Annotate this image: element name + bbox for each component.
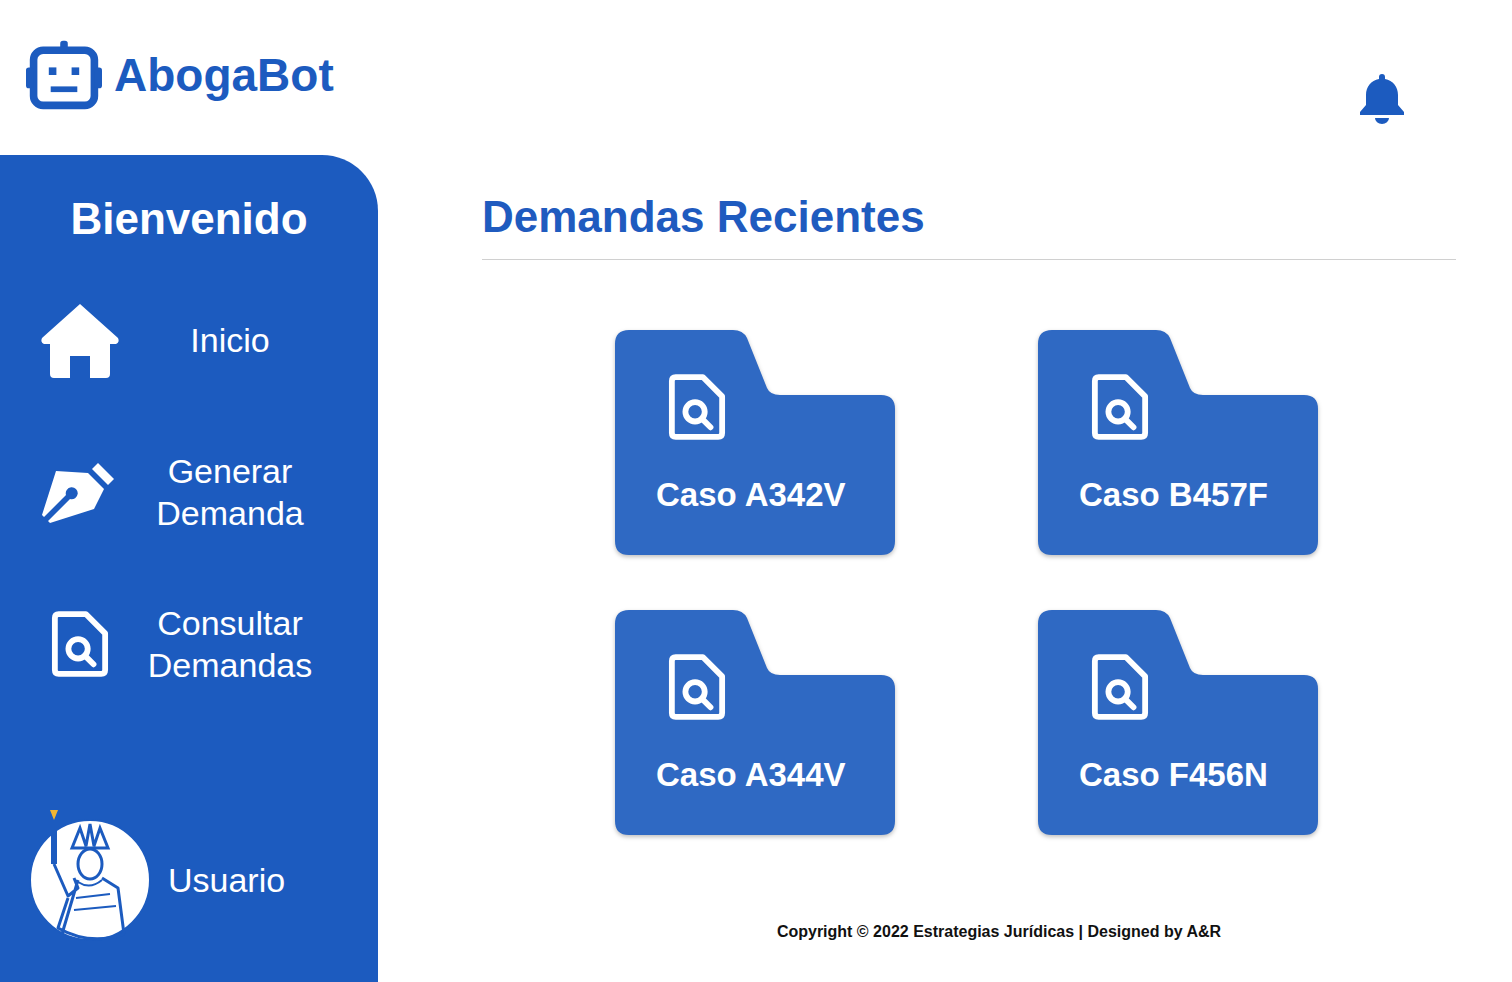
case-folder[interactable]: Caso A342V <box>615 330 895 555</box>
document-search-icon <box>1091 372 1149 442</box>
robot-icon <box>26 40 102 110</box>
document-search-icon <box>1091 652 1149 722</box>
document-search-icon <box>51 609 109 679</box>
section-title: Demandas Recientes <box>482 189 1456 245</box>
brand-logo[interactable]: AbogaBot <box>26 40 334 110</box>
case-label: Caso F456N <box>1079 756 1302 794</box>
case-label: Caso A344V <box>656 756 879 794</box>
case-label: Caso B457F <box>1079 476 1302 514</box>
case-folder[interactable]: Caso A344V <box>615 610 895 835</box>
fountain-pen-icon <box>40 454 120 530</box>
divider <box>482 259 1456 260</box>
sidebar-item-label: Generar Demanda <box>130 450 330 534</box>
body: Bienvenido Inicio Generar Demanda Consul… <box>0 155 1512 982</box>
case-folder[interactable]: Caso B457F <box>1038 330 1318 555</box>
sidebar-item-label: Inicio <box>130 319 330 361</box>
sidebar-nav: Inicio Generar Demanda Consultar Demanda… <box>0 285 378 699</box>
main-content: Demandas Recientes Caso A342V Caso B457F… <box>378 155 1512 982</box>
sidebar: Bienvenido Inicio Generar Demanda Consul… <box>0 155 378 982</box>
brand-name: AbogaBot <box>114 48 334 102</box>
case-folder[interactable]: Caso F456N <box>1038 610 1318 835</box>
sidebar-item[interactable]: Inicio <box>0 285 378 395</box>
top-bar: AbogaBot <box>0 0 1512 155</box>
user-label: Usuario <box>168 861 285 900</box>
sidebar-item-label: Consultar Demandas <box>130 602 330 686</box>
case-label: Caso A342V <box>656 476 879 514</box>
page: AbogaBot Bienvenido Inicio Generar Deman… <box>0 0 1512 982</box>
greeting: Bienvenido <box>0 193 378 245</box>
sidebar-item[interactable]: Generar Demanda <box>0 437 378 547</box>
document-search-icon <box>668 652 726 722</box>
home-icon <box>40 302 120 378</box>
sidebar-item[interactable]: Consultar Demandas <box>0 589 378 699</box>
footer: Copyright © 2022 Estrategias Jurídicas |… <box>482 923 1456 941</box>
user-profile[interactable]: Usuario <box>0 818 378 942</box>
statue-of-liberty-avatar-icon <box>28 818 152 942</box>
case-grid: Caso A342V Caso B457F Caso A344V Caso F4… <box>615 330 1456 835</box>
notification-bell-icon[interactable] <box>1358 72 1406 124</box>
document-search-icon <box>668 372 726 442</box>
